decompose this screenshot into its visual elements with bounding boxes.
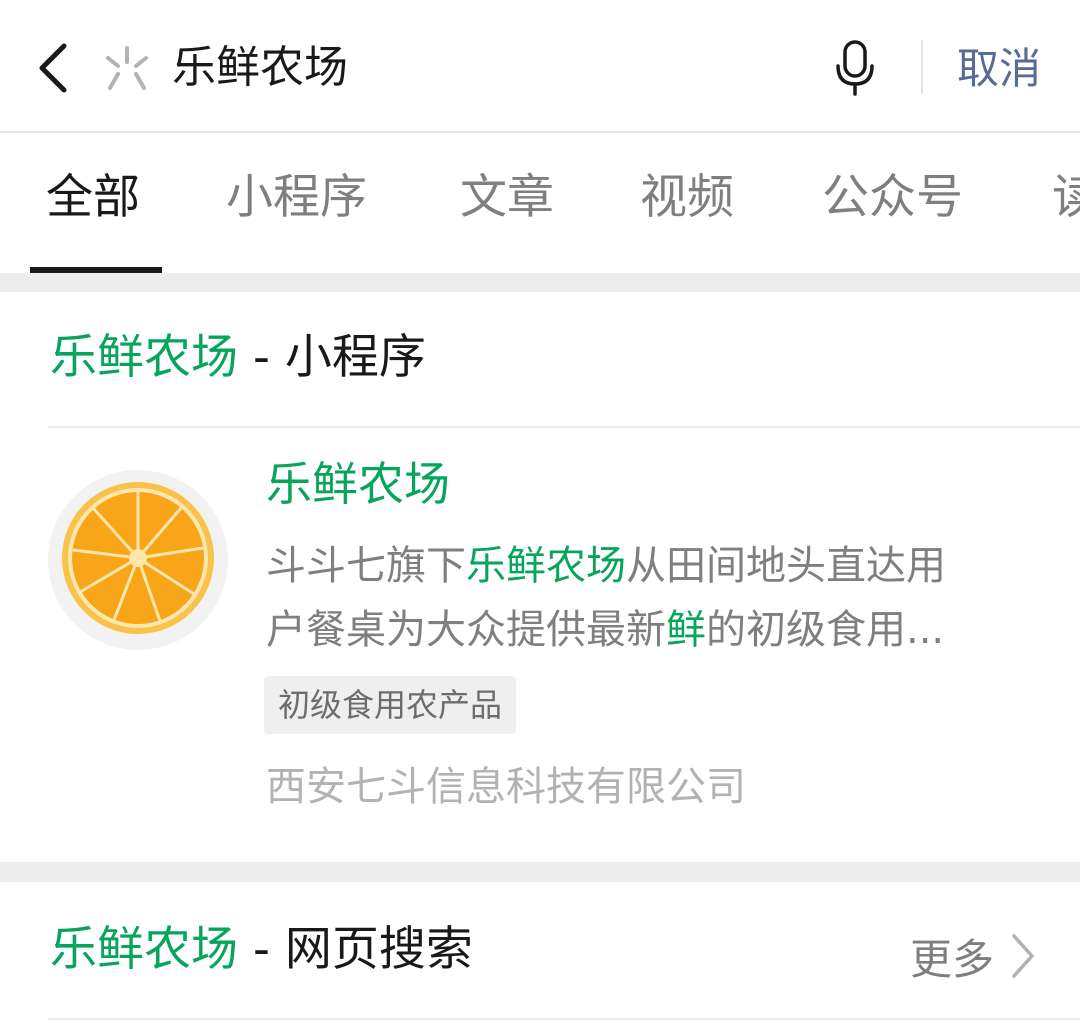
company-name: 西安七斗信息科技有限公司 — [266, 764, 746, 810]
section-suffix: - 小程序 — [238, 330, 426, 385]
section-keyword: 乐鲜农场 — [50, 330, 238, 385]
active-tab-indicator — [30, 267, 162, 273]
desc-text: 户餐桌为大众提供最新 — [266, 607, 666, 653]
tab-official-accounts[interactable]: 公众号 — [822, 165, 963, 231]
chevron-right-icon — [1012, 934, 1034, 978]
section-title: 乐鲜农场 - 小程序 — [50, 326, 426, 390]
desc-text: 从田间地头直达用 — [626, 543, 946, 589]
tab-bar: 全部 小程序 文章 视频 公众号 读 — [0, 133, 1080, 273]
tab-videos[interactable]: 视频 — [640, 165, 734, 231]
divider — [48, 426, 1080, 428]
web-search-section: 乐鲜农场 - 网页搜索 更多 — [0, 882, 1080, 1025]
miniprogram-description: 斗斗七旗下乐鲜农场从田间地头直达用 户餐桌为大众提供最新鲜的初级食用... — [266, 534, 1056, 662]
desc-text: 斗斗七旗下 — [266, 543, 466, 589]
divider — [48, 1018, 1080, 1020]
tab-articles[interactable]: 文章 — [460, 165, 554, 231]
section-keyword: 乐鲜农场 — [50, 922, 238, 977]
section-suffix: - 网页搜索 — [238, 922, 473, 977]
search-input[interactable]: 乐鲜农场 — [172, 38, 348, 98]
tab-all[interactable]: 全部 — [46, 165, 140, 231]
description-line: 户餐桌为大众提供最新鲜的初级食用... — [266, 598, 1056, 662]
desc-highlight: 鲜 — [666, 607, 706, 653]
microphone-icon[interactable] — [832, 38, 878, 98]
description-line: 斗斗七旗下乐鲜农场从田间地头直达用 — [266, 534, 1056, 598]
section-title: 乐鲜农场 - 网页搜索 — [50, 918, 473, 982]
orange-slice-image — [48, 470, 228, 650]
cancel-button[interactable]: 取消 — [957, 40, 1041, 98]
more-label: 更多 — [909, 934, 994, 984]
chevron-left-icon[interactable] — [28, 38, 78, 98]
desc-highlight: 乐鲜农场 — [466, 543, 626, 589]
more-link[interactable]: 更多 — [910, 924, 1036, 988]
tab-read[interactable]: 读 — [1052, 165, 1080, 231]
search-bar: 乐鲜农场 取消 — [0, 0, 1080, 133]
miniprogram-icon — [106, 46, 148, 90]
tab-miniprogram[interactable]: 小程序 — [226, 165, 367, 231]
category-tag: 初级食用农产品 — [264, 676, 517, 734]
miniprogram-name[interactable]: 乐鲜农场 — [266, 452, 450, 516]
desc-text: 的初级食用... — [706, 607, 945, 653]
miniprogram-section: 乐鲜农场 - 小程序 乐鲜农场 斗斗七旗下乐鲜农场从田间地头直达用 户餐桌为大众… — [0, 292, 1080, 862]
divider — [921, 40, 923, 94]
